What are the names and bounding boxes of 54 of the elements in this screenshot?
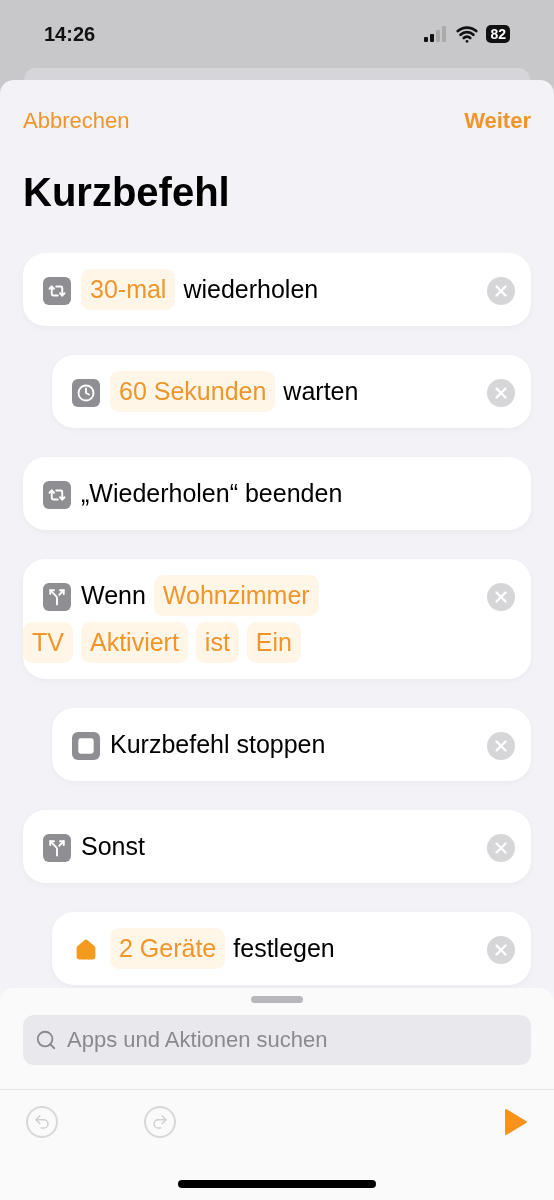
redo-icon <box>151 1113 169 1131</box>
action-label: warten <box>283 376 359 407</box>
repeat-icon <box>43 481 71 509</box>
undo-button[interactable] <box>26 1106 58 1138</box>
action-label: Sonst <box>81 831 145 862</box>
close-button[interactable] <box>487 277 515 305</box>
action-card[interactable]: Kurzbefehl stoppen <box>52 708 531 781</box>
parameter-token[interactable]: Aktiviert <box>80 622 188 663</box>
action-card[interactable]: 60 Sekunden warten <box>52 355 531 428</box>
parameter-token[interactable]: 2 Geräte <box>110 928 226 969</box>
clock-time: 14:26 <box>44 22 96 46</box>
undo-icon <box>33 1113 51 1131</box>
close-button[interactable] <box>487 583 515 611</box>
branch-icon <box>43 583 71 611</box>
parameter-token[interactable]: TV <box>23 622 73 663</box>
grab-handle[interactable] <box>251 996 303 1003</box>
close-icon <box>492 839 510 857</box>
action-label: „Wiederholen“ beenden <box>81 478 343 509</box>
action-label: wiederholen <box>183 274 319 305</box>
action-card[interactable]: Sonst <box>23 810 531 883</box>
cancel-button[interactable]: Abbrechen <box>23 108 130 134</box>
signal-icon <box>424 26 449 42</box>
parameter-token[interactable]: Ein <box>246 622 301 663</box>
wifi-icon <box>456 23 479 45</box>
play-button[interactable] <box>504 1108 528 1136</box>
close-icon <box>492 737 510 755</box>
shortcut-title: Kurzbefehl <box>23 170 231 215</box>
stop-icon <box>72 732 100 760</box>
parameter-token[interactable]: ist <box>195 622 239 663</box>
branch-icon <box>43 834 71 862</box>
action-card[interactable]: 2 Geräte festlegen <box>52 912 531 985</box>
battery-level: 82 <box>486 25 510 43</box>
close-icon <box>492 282 510 300</box>
close-icon <box>492 588 510 606</box>
close-icon <box>492 384 510 402</box>
action-label: Kurzbefehl stoppen <box>110 729 326 760</box>
parameter-token[interactable]: 30-mal <box>81 269 176 310</box>
parameter-token[interactable]: 60 Sekunden <box>110 371 276 412</box>
action-card[interactable]: „Wiederholen“ beenden <box>23 457 531 530</box>
next-button[interactable]: Weiter <box>464 108 531 134</box>
repeat-icon <box>43 277 71 305</box>
redo-button[interactable] <box>144 1106 176 1138</box>
close-icon <box>492 941 510 959</box>
action-label: festlegen <box>233 933 335 964</box>
action-card[interactable]: 30-mal wiederholen <box>23 253 531 326</box>
search-field[interactable]: Apps und Aktionen suchen <box>23 1015 531 1065</box>
action-label: Wenn <box>81 580 146 611</box>
close-button[interactable] <box>487 834 515 862</box>
parameter-token[interactable]: Wohnzimmer <box>153 575 319 616</box>
close-button[interactable] <box>487 936 515 964</box>
action-card[interactable]: Wenn Wohnzimmer TV Aktiviert ist Ein <box>23 559 531 679</box>
clock-icon <box>72 379 100 407</box>
close-button[interactable] <box>487 379 515 407</box>
close-button[interactable] <box>487 732 515 760</box>
